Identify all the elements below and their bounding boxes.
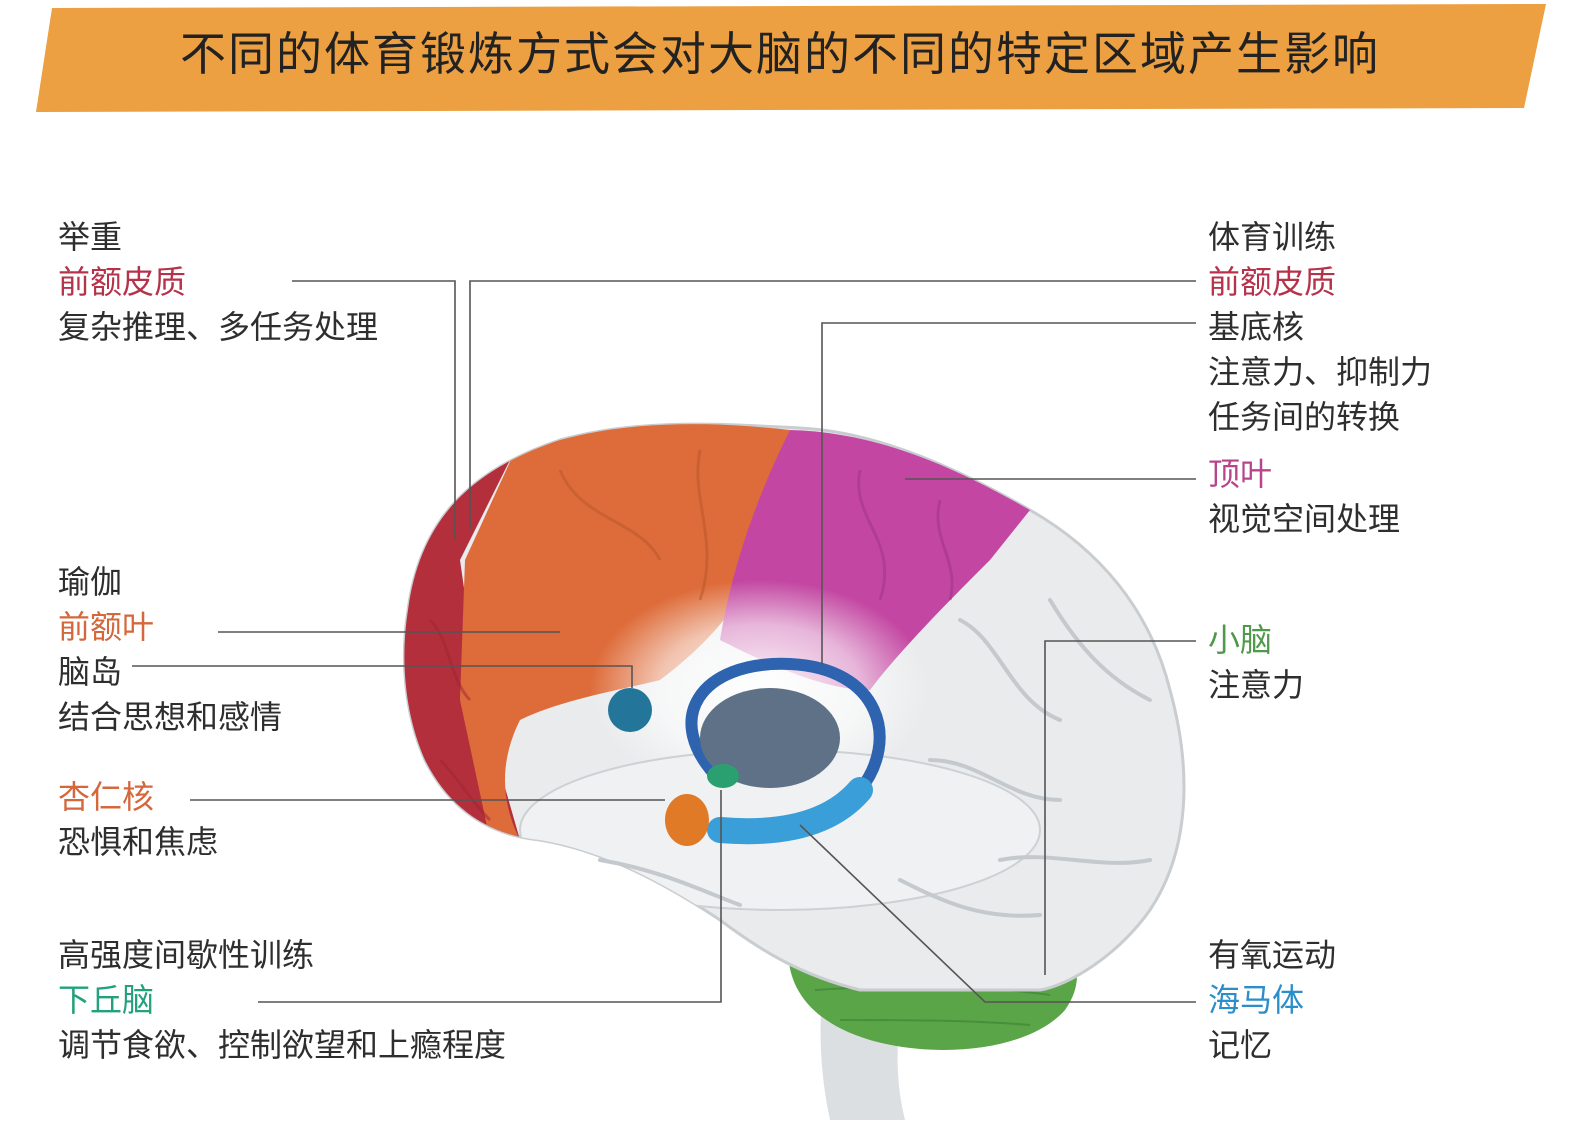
region-label: 前额皮质 — [58, 263, 187, 301]
region-label-insula: 脑岛 — [58, 653, 123, 691]
function-label: 注意力 — [1208, 666, 1305, 704]
insula-region — [608, 688, 652, 732]
function-label: 记忆 — [1208, 1026, 1273, 1064]
label-yoga: 瑜伽 前额叶 脑岛 结合思想和感情 — [58, 560, 282, 740]
function-label: 注意力、抑制力 — [1208, 353, 1433, 391]
function-label: 结合思想和感情 — [58, 698, 283, 736]
function-label: 调节食欲、控制欲望和上瘾程度 — [58, 1026, 507, 1064]
function-label: 任务间的转换 — [1208, 398, 1401, 436]
activity-label: 体育训练 — [1208, 218, 1337, 256]
function-label: 恐惧和焦虑 — [58, 823, 219, 861]
activity-label: 瑜伽 — [58, 563, 123, 601]
activity-label: 有氧运动 — [1208, 936, 1337, 974]
activity-label: 举重 — [58, 218, 123, 256]
label-hiit: 高强度间歇性训练 下丘脑 调节食欲、控制欲望和上瘾程度 — [58, 933, 506, 1068]
region-label-basal-ganglia: 基底核 — [1208, 308, 1305, 346]
region-label: 杏仁核 — [58, 778, 155, 816]
function-label: 复杂推理、多任务处理 — [58, 308, 379, 346]
amygdala-region — [665, 794, 709, 846]
region-label: 下丘脑 — [58, 981, 155, 1019]
region-label: 前额皮质 — [1208, 263, 1337, 301]
label-aerobic-exercise: 有氧运动 海马体 记忆 — [1208, 933, 1336, 1068]
region-label: 前额叶 — [58, 608, 155, 646]
hypothalamus-region — [707, 764, 739, 788]
function-label: 视觉空间处理 — [1208, 500, 1401, 538]
region-label: 海马体 — [1208, 981, 1305, 1019]
region-label: 顶叶 — [1208, 455, 1273, 493]
activity-label: 高强度间歇性训练 — [58, 936, 315, 974]
label-cerebellum: 小脑 注意力 — [1208, 618, 1304, 708]
label-sports-training: 体育训练 前额皮质 基底核 注意力、抑制力 任务间的转换 — [1208, 215, 1432, 440]
label-weightlifting: 举重 前额皮质 复杂推理、多任务处理 — [58, 215, 378, 350]
region-label: 小脑 — [1208, 621, 1273, 659]
label-parietal-lobe: 顶叶 视觉空间处理 — [1208, 452, 1400, 542]
label-amygdala: 杏仁核 恐惧和焦虑 — [58, 775, 218, 865]
